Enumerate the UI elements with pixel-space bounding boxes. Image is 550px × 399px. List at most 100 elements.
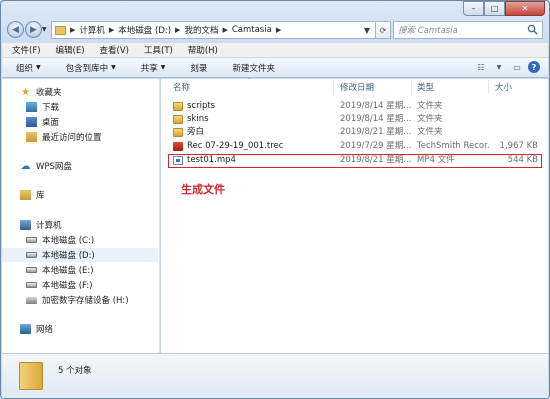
file-row[interactable]: scripts 2019/8/14 星期... 文件夹 [161, 100, 548, 113]
chevron-down-icon: ▼ [111, 64, 116, 71]
star-icon: ★ [21, 86, 30, 98]
breadcrumb-computer[interactable]: 计算机 [79, 24, 105, 36]
menu-view[interactable]: 查看(V) [90, 44, 134, 56]
recent-places-icon [26, 132, 37, 142]
preview-pane-icon[interactable]: ▭ [510, 60, 524, 74]
file-name: Rec 07-29-19_001.trec [187, 141, 284, 151]
desktop-icon [26, 117, 37, 127]
breadcrumb-drive-d[interactable]: 本地磁盘 (D:) [118, 24, 171, 36]
nav-downloads[interactable]: 下载 [26, 100, 59, 114]
file-type: 文件夹 [417, 101, 443, 111]
view-options-dropdown-icon[interactable]: ▼ [492, 60, 506, 74]
nav-drive-f[interactable]: 本地磁盘 (F:) [26, 278, 92, 292]
file-type: TechSmith Recor... [417, 141, 489, 151]
file-name: skins [187, 114, 209, 124]
maximize-button[interactable]: □ [484, 1, 505, 16]
menu-edit[interactable]: 编辑(E) [46, 44, 90, 56]
command-bar: 组织 ▼ 包含到库中 ▼ 共享 ▼ 刻录 新建文件夹 ☷ ▼ ▭ ? [2, 58, 548, 78]
include-in-library-button[interactable]: 包含到库中 ▼ [52, 62, 127, 74]
column-divider[interactable] [411, 80, 412, 94]
file-row[interactable]: 旁白 2019/8/21 星期... 文件夹 [161, 126, 548, 139]
computer-icon [20, 220, 31, 230]
file-size [491, 126, 538, 139]
nav-favorites[interactable]: ★ 收藏夹 [20, 85, 62, 99]
nav-drive-d[interactable]: 本地磁盘 (D:) [2, 248, 158, 262]
menu-file[interactable]: 文件(F) [2, 44, 46, 56]
organize-label: 组织 [16, 63, 34, 74]
column-header-type[interactable]: 类型 [417, 79, 487, 95]
chevron-right-icon[interactable]: ▶ [175, 26, 180, 34]
address-bar[interactable]: ▶ 计算机 ▶ 本地磁盘 (D:) ▶ 我的文档 ▶ Camtasia ▶ [51, 21, 378, 39]
chevron-right-icon[interactable]: ▶ [109, 26, 114, 34]
highlight-box [168, 154, 542, 168]
file-size [491, 100, 538, 113]
change-view-icon[interactable]: ☷ [474, 60, 488, 74]
chevron-right-icon[interactable]: ▶ [276, 26, 281, 34]
file-modified: 2019/8/14 星期... [340, 101, 412, 111]
item-count: 5 个对象 [58, 366, 92, 376]
search-icon[interactable] [527, 24, 538, 35]
folder-icon [173, 115, 183, 124]
share-button[interactable]: 共享 ▼ [127, 62, 177, 74]
explorer-window: – □ ✕ ◀ ▶ ▼ ▶ 计算机 ▶ 本地磁盘 (D:) ▶ 我的文档 ▶ C… [0, 0, 550, 399]
breadcrumb-camtasia[interactable]: Camtasia [232, 25, 272, 35]
refresh-button[interactable]: ⟳ [375, 21, 391, 39]
nav-favorites-label: 收藏夹 [36, 88, 62, 98]
window-controls: – □ ✕ [463, 1, 545, 16]
forward-button[interactable]: ▶ [25, 21, 42, 38]
nav-libraries[interactable]: 库 [20, 188, 45, 202]
share-label: 共享 [140, 63, 158, 74]
nav-recent-places[interactable]: 最近访问的位置 [26, 130, 102, 144]
nav-library-label: 库 [36, 191, 45, 201]
search-input[interactable]: 搜索 Camtasia [393, 21, 543, 39]
file-row[interactable]: skins 2019/8/14 星期... 文件夹 [161, 113, 548, 126]
file-row[interactable]: Rec 07-29-19_001.trec 2019/7/29 星期... Te… [161, 140, 548, 153]
menu-tools[interactable]: 工具(T) [134, 44, 178, 56]
nav-network-label: 网络 [36, 325, 54, 335]
hard-drive-icon [26, 282, 37, 288]
cloud-icon: ☁ [20, 160, 31, 172]
file-name: 旁白 [187, 127, 205, 137]
minimize-button[interactable]: – [463, 1, 484, 16]
nav-wps-cloud[interactable]: ☁ WPS网盘 [20, 159, 72, 173]
hard-drive-icon [26, 267, 37, 273]
annotation-label: 生成文件 [181, 183, 225, 196]
file-list: 名称 修改日期 类型 大小 ⌃ scripts 2019/8/14 星期... … [161, 77, 548, 353]
menu-help[interactable]: 帮助(H) [178, 44, 223, 56]
nav-encrypted-drive[interactable]: 加密数字存储设备 (H:) [26, 293, 129, 307]
chevron-right-icon[interactable]: ▶ [222, 26, 227, 34]
address-history-dropdown[interactable]: ▼ [359, 21, 375, 39]
nav-drive-e-label: 本地磁盘 (E:) [42, 266, 94, 276]
file-size [491, 113, 538, 126]
burn-button[interactable]: 刻录 [176, 62, 218, 74]
navigation-pane: ★ 收藏夹 下载 桌面 最近访问的位置 ☁ WPS网盘 库 计算机 本地磁盘 (… [2, 79, 160, 353]
help-icon[interactable]: ? [528, 61, 540, 73]
organize-button[interactable]: 组织 ▼ [2, 62, 52, 74]
chevron-right-icon[interactable]: ▶ [70, 26, 75, 34]
close-button[interactable]: ✕ [505, 1, 545, 16]
recent-pages-dropdown[interactable]: ▼ [42, 26, 47, 33]
column-divider[interactable] [488, 80, 489, 94]
chevron-down-icon: ▼ [160, 64, 166, 71]
details-pane: 5 个对象 [2, 353, 548, 398]
new-folder-label: 新建文件夹 [232, 63, 275, 74]
file-size: 1,967 KB [499, 141, 538, 151]
nav-network[interactable]: 网络 [20, 322, 53, 336]
nav-desktop[interactable]: 桌面 [26, 115, 59, 129]
nav-wps-label: WPS网盘 [36, 162, 72, 172]
file-name: scripts [187, 101, 216, 111]
new-folder-button[interactable]: 新建文件夹 [218, 62, 286, 74]
back-button[interactable]: ◀ [7, 21, 24, 38]
nav-drive-c[interactable]: 本地磁盘 (C:) [26, 233, 94, 247]
network-icon [20, 324, 31, 334]
folder-icon [19, 362, 43, 390]
nav-drive-e[interactable]: 本地磁盘 (E:) [26, 263, 94, 277]
nav-computer[interactable]: 计算机 [20, 218, 62, 232]
folder-icon [173, 128, 183, 137]
column-divider[interactable] [333, 80, 334, 94]
breadcrumb-my-documents[interactable]: 我的文档 [184, 24, 218, 36]
trec-file-icon [173, 142, 183, 151]
column-header-size[interactable]: 大小 [495, 79, 545, 95]
column-header-name[interactable]: 名称 [173, 79, 333, 95]
column-header-modified[interactable]: 修改日期 [340, 79, 410, 95]
